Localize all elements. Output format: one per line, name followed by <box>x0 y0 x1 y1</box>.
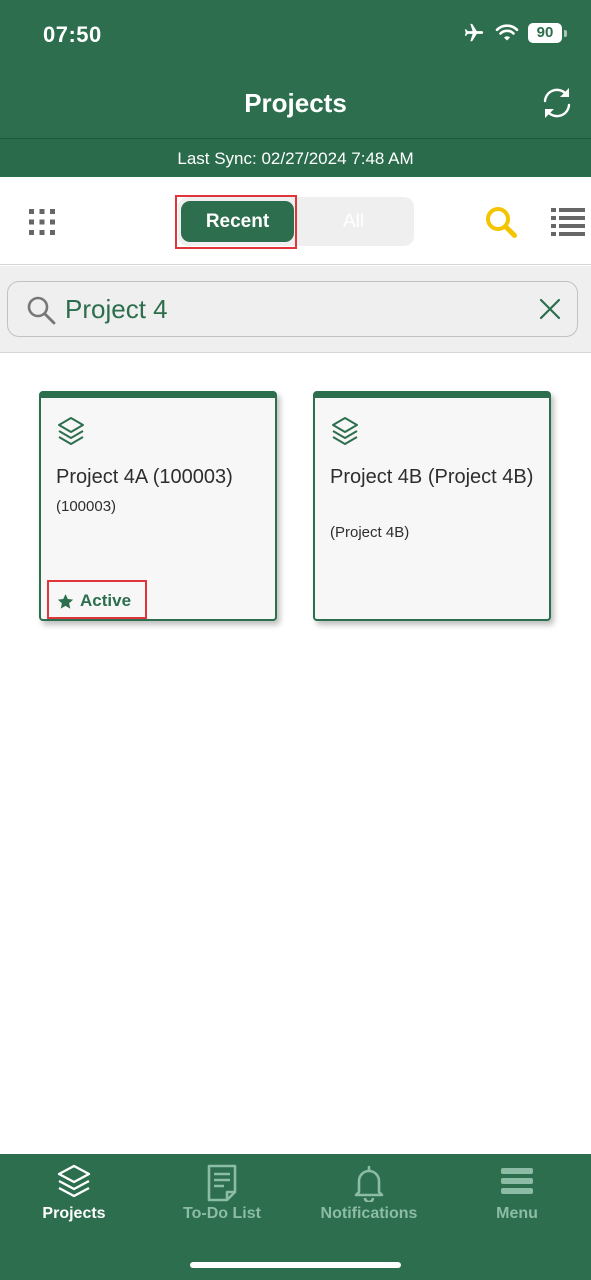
magnifier-icon <box>27 296 56 325</box>
home-indicator[interactable] <box>190 1262 401 1268</box>
segment-recent[interactable]: Recent <box>181 201 294 242</box>
status-badge: Active <box>57 591 131 611</box>
project-title: Project 4B (Project 4B) <box>330 466 534 488</box>
project-subtitle: (Project 4B) <box>330 524 410 541</box>
search-input[interactable] <box>65 292 505 326</box>
list-view-icon[interactable] <box>551 207 585 237</box>
search-box <box>7 281 578 337</box>
tab-bar: Projects To-Do List Notifications Menu <box>0 1154 591 1280</box>
tab-menu-label: Menu <box>496 1205 538 1222</box>
menu-icon <box>501 1168 533 1194</box>
status-label: Active <box>80 591 132 610</box>
project-subtitle: (100003) <box>56 498 117 515</box>
project-card[interactable]: Project 4A (100003) (100003) Active <box>39 391 277 621</box>
project-card[interactable]: Project 4B (Project 4B) (Project 4B) <box>313 391 551 621</box>
wifi-icon <box>495 24 519 41</box>
tab-projects-label: Projects <box>42 1205 106 1222</box>
airplane-icon <box>464 23 484 42</box>
battery-tip <box>564 29 567 37</box>
segment-all[interactable]: All <box>296 201 411 242</box>
sync-icon[interactable] <box>539 85 575 121</box>
tab-todo-list[interactable]: To-Do List <box>148 1154 296 1234</box>
todo-list-icon <box>207 1164 237 1202</box>
last-sync-text: Last Sync: 02/27/2024 7:48 AM <box>0 138 591 177</box>
app-header: 07:50 90 Projects Last Sync: 02/27/2024 … <box>0 0 591 177</box>
layers-icon <box>57 1164 91 1198</box>
star-icon <box>57 593 74 609</box>
layers-icon <box>58 417 84 445</box>
tab-projects[interactable]: Projects <box>0 1154 148 1234</box>
layers-icon <box>332 417 358 445</box>
tab-notifications[interactable]: Notifications <box>295 1154 443 1234</box>
clear-icon[interactable] <box>538 297 562 321</box>
bell-icon <box>354 1165 384 1202</box>
tab-menu[interactable]: Menu <box>443 1154 591 1234</box>
battery-level: 90 <box>528 23 562 43</box>
search-icon[interactable] <box>484 205 518 239</box>
grid-icon[interactable] <box>28 208 56 236</box>
page-title: Projects <box>244 88 347 118</box>
recent-all-segmented-control: Recent All <box>178 197 414 246</box>
status-icons: 90 <box>462 22 567 44</box>
battery-icon: 90 <box>528 23 567 43</box>
status-time: 07:50 <box>43 22 102 47</box>
tab-notifications-label: Notifications <box>320 1205 418 1222</box>
toolbar: Recent All <box>0 177 591 265</box>
search-area <box>0 266 591 353</box>
project-title: Project 4A (100003) <box>56 466 233 488</box>
tab-todo-list-label: To-Do List <box>183 1205 261 1222</box>
